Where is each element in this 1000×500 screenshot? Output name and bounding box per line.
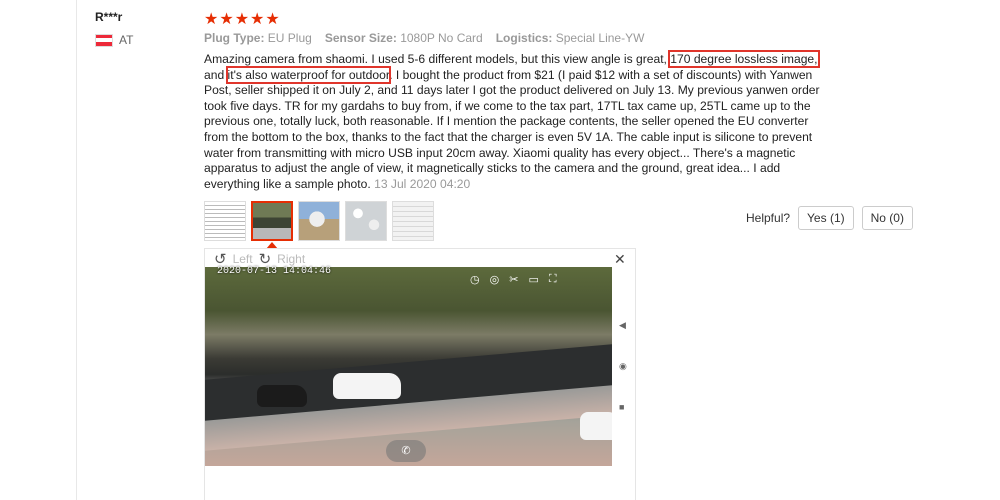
helpful-label: Helpful? (746, 211, 791, 225)
target-icon[interactable]: ◎ (490, 273, 500, 286)
photo-car-white (333, 373, 401, 399)
thumbnail-4[interactable] (345, 201, 387, 241)
photo-car-white-right (580, 412, 612, 440)
austria-flag-icon (95, 33, 113, 47)
helpful-no-button[interactable]: No (0) (861, 206, 913, 230)
rotate-left-label[interactable]: Left (233, 252, 253, 266)
thumbnail-2-active[interactable] (251, 201, 293, 241)
fullscreen-icon[interactable]: ⛶ (549, 273, 557, 286)
clock-icon[interactable]: ◷ (470, 273, 480, 286)
product-attributes: Plug Type: EU Plug Sensor Size: 1080P No… (204, 31, 644, 45)
thumbnail-3[interactable] (298, 201, 340, 241)
scissors-icon[interactable]: ✂ (509, 273, 518, 286)
photo-car-dark (257, 385, 307, 407)
reviewer-country: AT (95, 33, 133, 47)
thumbnail-5[interactable] (392, 201, 434, 241)
column-divider (76, 0, 77, 500)
record-dot-icon[interactable]: ◉ (619, 361, 627, 372)
call-button[interactable]: ✆ (386, 440, 426, 462)
attr-logistics: Logistics: Special Line-YW (495, 31, 645, 45)
helpful-section: Helpful? Yes (1) No (0) (746, 206, 913, 230)
close-viewer-button[interactable]: ✕ (614, 251, 626, 268)
highlight-box-waterproof: it's also waterproof for outdoor (225, 65, 392, 84)
reviewer-name: R***r (95, 10, 123, 24)
star-rating: ★★★★★ (204, 11, 281, 28)
thumbnail-1[interactable] (204, 201, 246, 241)
review-date: 13 Jul 2020 04:20 (374, 176, 471, 191)
helpful-yes-button[interactable]: Yes (1) (798, 206, 854, 230)
video-icon[interactable]: ▭ (528, 273, 538, 286)
highlight-box-170-degree: 170 degree lossless image, (668, 50, 820, 68)
attr-sensor-size: Sensor Size: 1080P No Card (324, 31, 483, 45)
camera-toolbar: ◷ ◎ ✂ ▭ ⛶ (470, 273, 557, 286)
prev-arrow-icon[interactable]: ◀ (619, 320, 626, 331)
stop-square-icon[interactable]: ■ (619, 402, 624, 412)
attr-plug-type: Plug Type: EU Plug (204, 31, 312, 45)
camera-timestamp: 2020-07-13 14:04:46 (217, 266, 332, 277)
review-text: Amazing camera from shaomi. I used 5-6 d… (204, 50, 820, 191)
review-photo-thumbnails (204, 201, 434, 241)
country-code: AT (119, 33, 134, 47)
rotate-right-label[interactable]: Right (277, 252, 305, 266)
review-photo-large (205, 267, 612, 466)
